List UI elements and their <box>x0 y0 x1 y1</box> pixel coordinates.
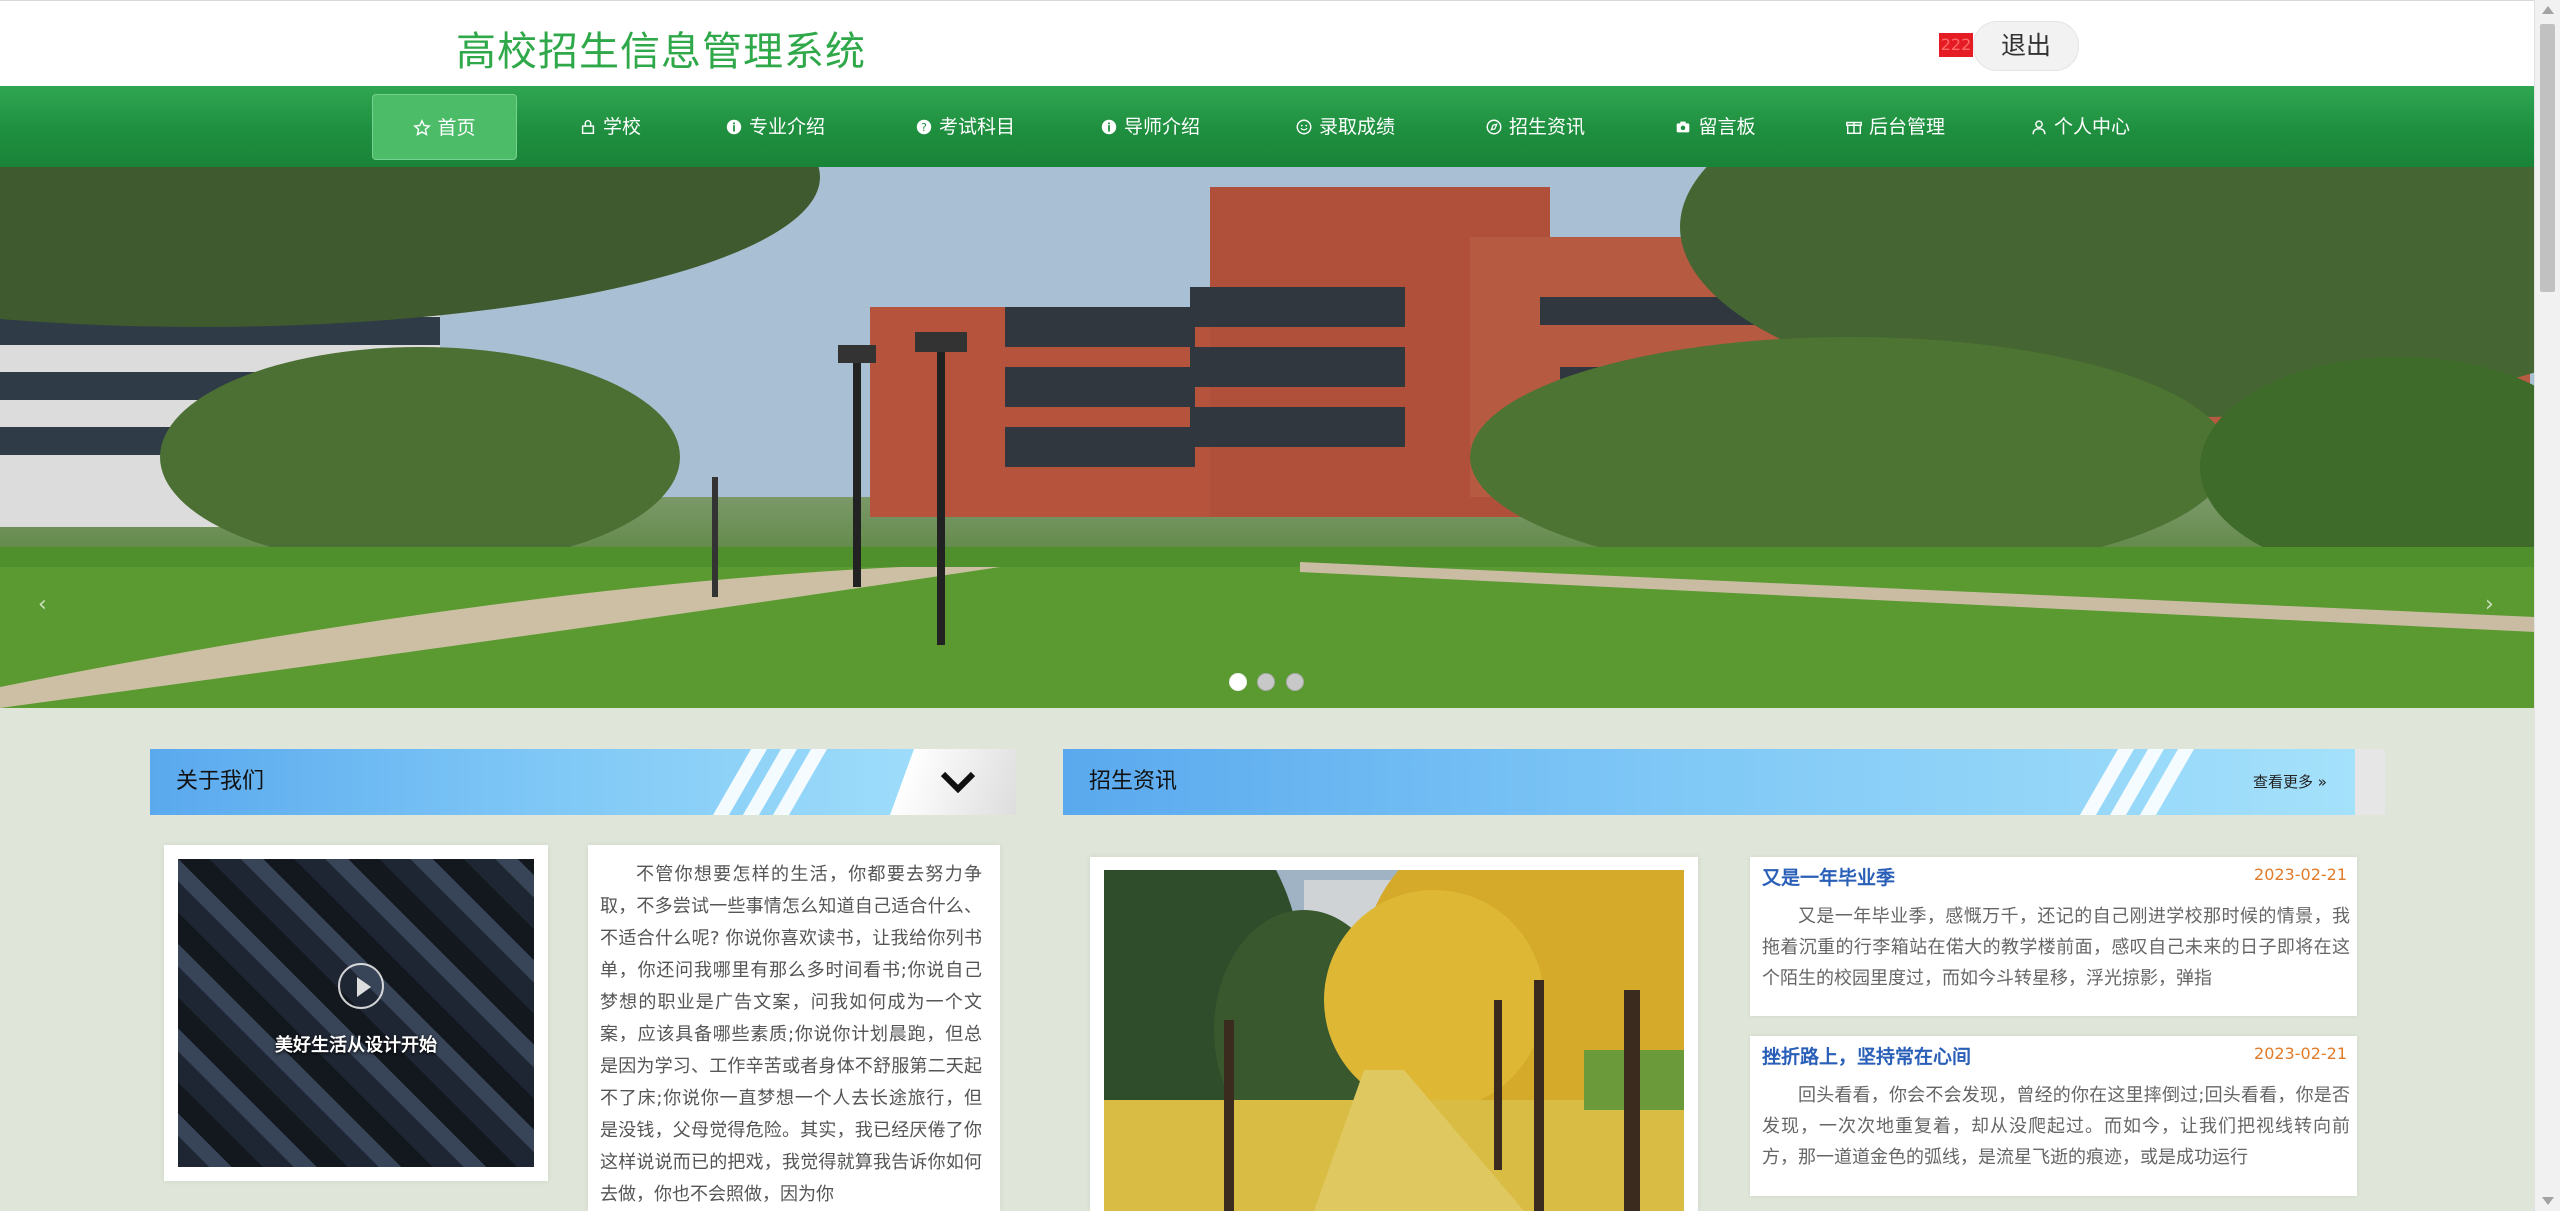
nav-item-admin[interactable]: 后台管理 <box>1830 94 1960 160</box>
compass-icon <box>1486 119 1502 135</box>
gift-icon <box>1846 121 1862 135</box>
view-more-link[interactable]: 查看更多 » <box>2253 749 2327 815</box>
play-icon[interactable] <box>338 963 384 1009</box>
about-text: 不管你想要怎样的生活，你都要去努力争取，不多尝试一些事情怎么知道自己适合什么、不… <box>600 864 982 1205</box>
scroll-up-arrow[interactable] <box>2542 6 2554 14</box>
about-panel-header: 关于我们 <box>150 749 1016 815</box>
nav-item-label: 个人中心 <box>2053 116 2130 138</box>
nav-item-label: 留言板 <box>1698 116 1756 138</box>
star-icon <box>413 119 432 136</box>
news-item-title[interactable]: 又是一年毕业季 <box>1762 863 1895 890</box>
nav-item-home[interactable]: 首页 <box>372 94 517 160</box>
logout-button[interactable]: 退出 <box>1973 21 2079 71</box>
video-caption: 美好生活从设计开始 <box>275 1035 437 1056</box>
nav-item-admission-scores[interactable]: 录取成绩 <box>1280 94 1410 160</box>
carousel-prev-arrow[interactable]: ‹ <box>38 592 47 617</box>
info-icon <box>1101 119 1117 135</box>
svg-text:?: ? <box>921 121 927 134</box>
nav-item-profile[interactable]: 个人中心 <box>2015 94 2145 160</box>
carousel-dot-1[interactable] <box>1229 673 1247 691</box>
news-item[interactable]: 挫折路上，坚持常在心间 2023-02-21 回头看看，你会不会发现，曾经的你在… <box>1750 1036 2357 1196</box>
user-badge[interactable]: 222 <box>1939 33 1973 57</box>
top-header: 高校招生信息管理系统 222 退出 <box>0 0 2535 87</box>
news-panel-header: 招生资讯 查看更多 » <box>1063 749 2385 815</box>
nav-item-tutors[interactable]: 导师介绍 <box>1090 94 1210 160</box>
nav-item-label: 专业介绍 <box>748 116 825 138</box>
nav-item-school[interactable]: 学校 <box>560 94 660 160</box>
intro-video[interactable]: 美好生活从设计开始 <box>178 859 534 1167</box>
user-icon <box>2032 120 2046 135</box>
camera-icon <box>1677 121 1690 133</box>
info-icon <box>726 119 742 135</box>
nav-item-message-board[interactable]: 留言板 <box>1660 94 1770 160</box>
chevron-down-icon[interactable] <box>940 771 976 793</box>
scroll-thumb[interactable] <box>2540 24 2555 292</box>
nav-item-exam-subjects[interactable]: ? 考试科目 <box>900 94 1030 160</box>
news-item-date: 2023-02-21 <box>2254 865 2347 884</box>
news-title: 招生资讯 <box>1089 769 1178 794</box>
about-title: 关于我们 <box>176 769 265 794</box>
carousel-dot-3[interactable] <box>1286 673 1304 691</box>
campus-photo <box>0 167 2535 708</box>
news-item-body: 回头看看，你会不会发现，曾经的你在这里摔倒过;回头看看，你是否发现，一次次地重复… <box>1762 1085 2350 1168</box>
smile-icon <box>1296 119 1312 135</box>
nav-item-label: 录取成绩 <box>1318 116 1395 138</box>
news-featured-image[interactable] <box>1104 870 1684 1211</box>
news-item-title[interactable]: 挫折路上，坚持常在心间 <box>1762 1042 1971 1069</box>
scroll-down-arrow[interactable] <box>2542 1197 2554 1205</box>
nav-item-majors[interactable]: 专业介绍 <box>710 94 840 160</box>
lock-icon <box>581 120 595 135</box>
nav-item-label: 考试科目 <box>938 116 1015 138</box>
nav-item-admission-news[interactable]: 招生资讯 <box>1470 94 1600 160</box>
page-scrollbar[interactable] <box>2534 0 2560 1211</box>
nav-item-label: 学校 <box>602 116 641 138</box>
site-title: 高校招生信息管理系统 <box>456 29 866 75</box>
ginkgo-path-photo <box>1104 870 1684 1211</box>
main-nav: 首页 学校 专业介绍 ? 考试科目 导师介绍 录取成绩 招生资讯 留言板 后台管理… <box>0 86 2535 167</box>
banner-carousel[interactable]: ‹ › <box>0 167 2535 708</box>
nav-item-label: 后台管理 <box>1868 116 1945 138</box>
carousel-next-arrow[interactable]: › <box>2485 592 2494 617</box>
news-item[interactable]: 又是一年毕业季 2023-02-21 又是一年毕业季，感慨万千，还记的自己刚进学… <box>1750 857 2357 1016</box>
carousel-dot-2[interactable] <box>1257 673 1275 691</box>
header-end-cap <box>2355 749 2385 815</box>
nav-item-label: 招生资讯 <box>1508 116 1585 138</box>
nav-item-label: 首页 <box>437 117 476 139</box>
news-item-body: 又是一年毕业季，感慨万千，还记的自己刚进学校那时候的情景，我拖着沉重的行李箱站在… <box>1762 906 2350 989</box>
question-icon: ? <box>916 119 932 135</box>
nav-item-label: 导师介绍 <box>1123 116 1200 138</box>
news-item-date: 2023-02-21 <box>2254 1044 2347 1063</box>
